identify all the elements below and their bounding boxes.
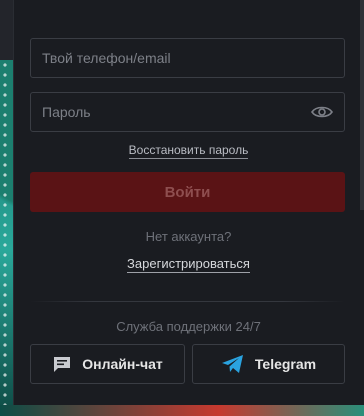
online-chat-label: Онлайн-чат [82,356,163,372]
online-chat-button[interactable]: Онлайн-чат [30,344,185,384]
register-row: Зарегистрироваться [14,256,363,273]
support-title: Служба поддержки 24/7 [116,319,261,334]
register-link[interactable]: Зарегистрироваться [127,256,250,273]
chat-icon [52,355,72,373]
background-bottom-strip [0,405,364,416]
restore-password-link[interactable]: Восстановить пароль [128,143,249,159]
eye-icon[interactable] [310,103,334,121]
telegram-icon [221,354,245,374]
login-input[interactable] [30,38,345,78]
restore-password-row: Восстановить пароль [14,143,363,159]
no-account-text: Нет аккаунта? [145,229,232,244]
login-button[interactable]: Войти [30,172,345,212]
divider [30,301,345,302]
password-input[interactable] [30,92,345,132]
modal-scrollbar[interactable] [360,0,364,210]
telegram-label: Telegram [254,356,317,372]
login-modal: Восстановить пароль Войти Нет аккаунта? … [13,0,364,405]
telegram-button[interactable]: Telegram [192,344,345,384]
